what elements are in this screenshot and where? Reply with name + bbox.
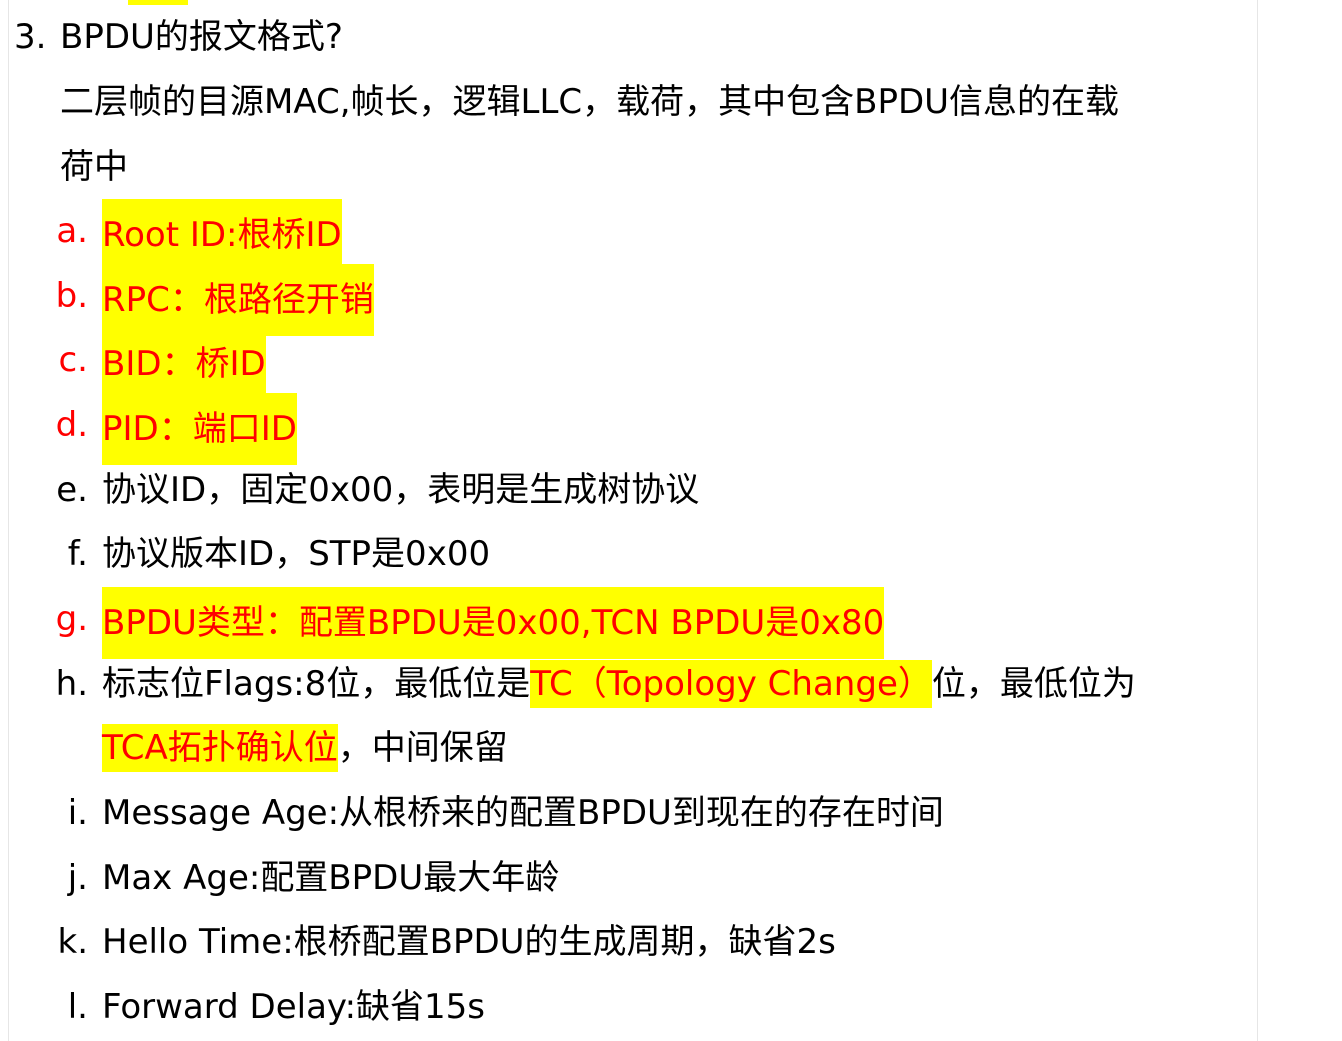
list-item-text: 协议版本ID，STP是0x00 bbox=[102, 534, 491, 574]
intro-text-1: 二层帧的目源MAC,帧长，逻辑LLC，载荷，其中包含BPDU信息的在载 bbox=[60, 82, 1120, 122]
list-marker: f. bbox=[67, 534, 88, 574]
heading-text: BPDU的报文格式? bbox=[60, 17, 343, 57]
list-item-text: 协议ID，固定0x00，表明是生成树协议 bbox=[102, 470, 700, 510]
list-item-text: BID：桥ID bbox=[102, 328, 266, 400]
list-marker: h. bbox=[55, 664, 88, 704]
highlighted-term: TCA拓扑确认位 bbox=[102, 724, 338, 772]
text-run: ，中间保留 bbox=[337, 728, 508, 768]
text-run: 位，最低位为 bbox=[931, 664, 1136, 704]
list-item-text: Root ID:根桥ID bbox=[102, 199, 342, 271]
list-marker: c. bbox=[58, 340, 88, 380]
list-marker: i. bbox=[67, 793, 88, 833]
list-item-text: PID：端口ID bbox=[102, 393, 297, 465]
list-marker: d. bbox=[55, 405, 88, 445]
heading-number: 3. bbox=[14, 17, 47, 57]
list-marker: k. bbox=[57, 922, 89, 962]
highlighted-term: TC（Topology Change） bbox=[530, 660, 932, 708]
intro-text-2: 荷中 bbox=[60, 147, 128, 187]
list-marker: j. bbox=[67, 858, 88, 898]
text-run: 标志位Flags:8位，最低位是 bbox=[102, 664, 531, 704]
list-item-text: BPDU类型：配置BPDU是0x00,TCN BPDU是0x80 bbox=[102, 587, 885, 659]
list-item-text: 标志位Flags:8位，最低位是TC（Topology Change）位，最低位… bbox=[102, 652, 1136, 716]
list-item-text: Max Age:配置BPDU最大年龄 bbox=[102, 858, 560, 898]
list-marker: l. bbox=[67, 987, 88, 1027]
list-item-text: Hello Time:根桥配置BPDU的生成周期，缺省2s bbox=[102, 922, 836, 962]
list-marker: b. bbox=[55, 276, 88, 316]
list-marker: a. bbox=[56, 211, 88, 251]
list-item-text: TCA拓扑确认位，中间保留 bbox=[102, 716, 508, 780]
list-item-text: Message Age:从根桥来的配置BPDU到现在的存在时间 bbox=[102, 793, 944, 833]
list-marker: e. bbox=[56, 470, 88, 510]
list-marker: g. bbox=[55, 599, 88, 639]
list-item-text: RPC：根路径开销 bbox=[102, 264, 374, 336]
list-item-text: Forward Delay:缺省15s bbox=[102, 987, 485, 1027]
